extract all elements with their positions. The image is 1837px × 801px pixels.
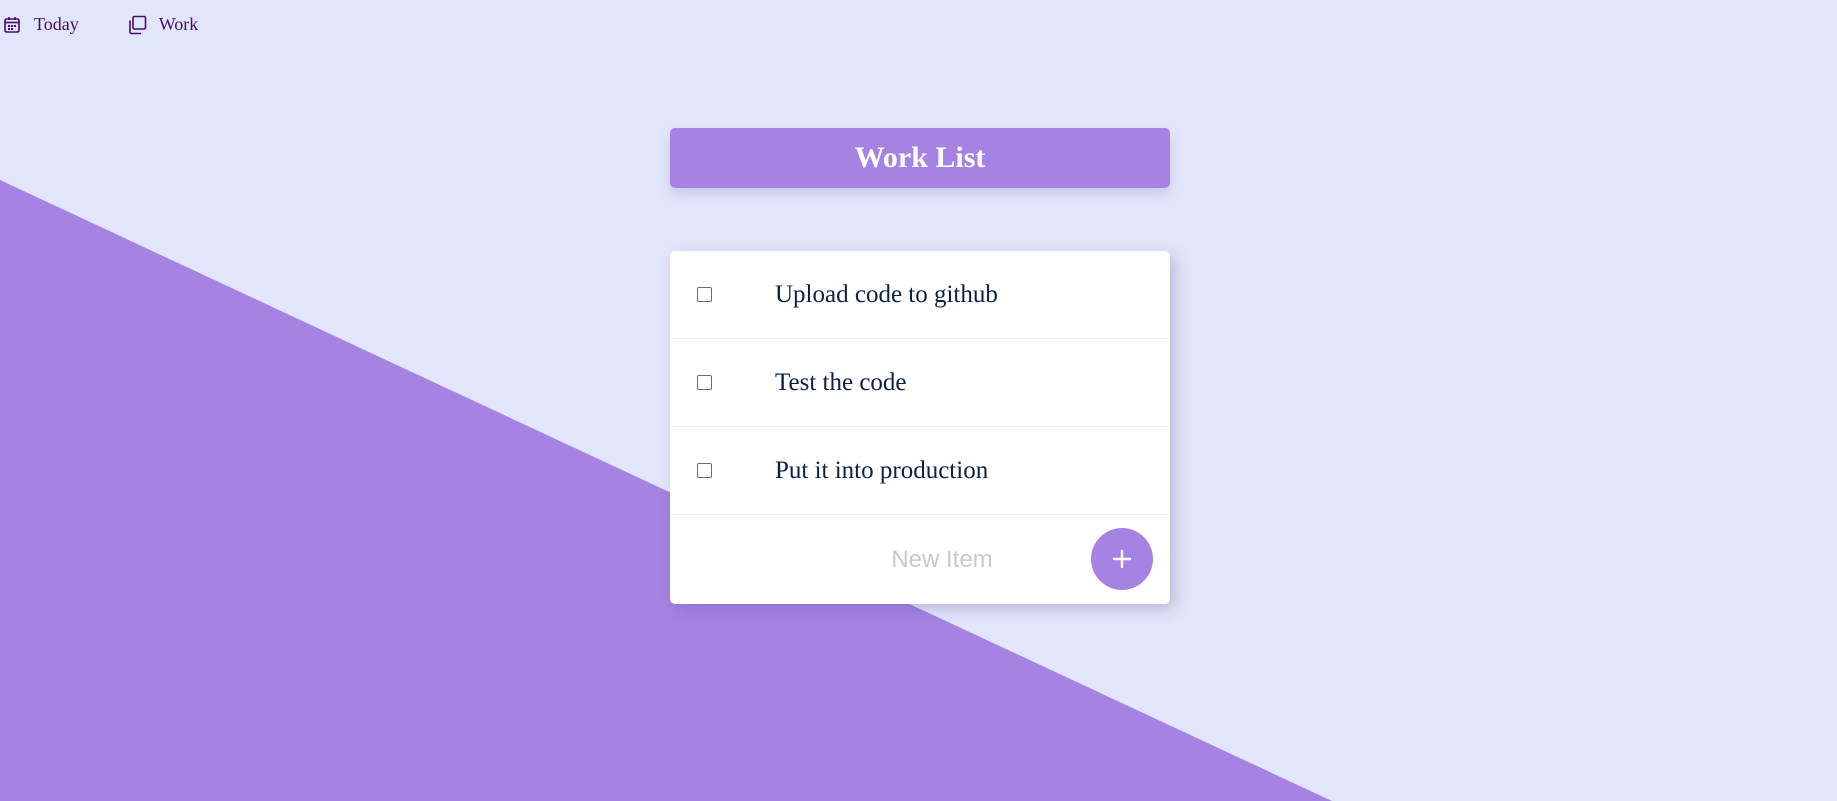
copy-icon: [127, 15, 147, 35]
calendar-icon: [4, 16, 20, 33]
item-label: Test the code: [775, 368, 907, 396]
todo-list: Upload code to github Test the code Put …: [670, 251, 1170, 604]
new-item-form: [670, 515, 1170, 604]
nav-link-work-label: Work: [158, 14, 199, 34]
nav-link-today-label: Today: [34, 14, 79, 34]
item-checkbox[interactable]: [697, 375, 712, 390]
list-title: Work List: [854, 141, 986, 174]
nav-link-work[interactable]: Work: [127, 14, 199, 35]
list-heading: Work List: [670, 128, 1170, 188]
item-checkbox[interactable]: [697, 287, 712, 302]
list-item: Upload code to github: [670, 251, 1170, 339]
item-label: Put it into production: [775, 456, 989, 484]
new-item-input[interactable]: [820, 535, 1064, 585]
plus-icon: [1112, 549, 1132, 569]
add-item-button[interactable]: [1091, 528, 1153, 590]
item-checkbox[interactable]: [697, 463, 712, 478]
top-nav: Today Work: [0, 14, 198, 35]
list-item: Test the code: [670, 339, 1170, 427]
item-label: Upload code to github: [775, 280, 998, 308]
nav-link-today[interactable]: Today: [4, 14, 79, 35]
list-item: Put it into production: [670, 427, 1170, 515]
